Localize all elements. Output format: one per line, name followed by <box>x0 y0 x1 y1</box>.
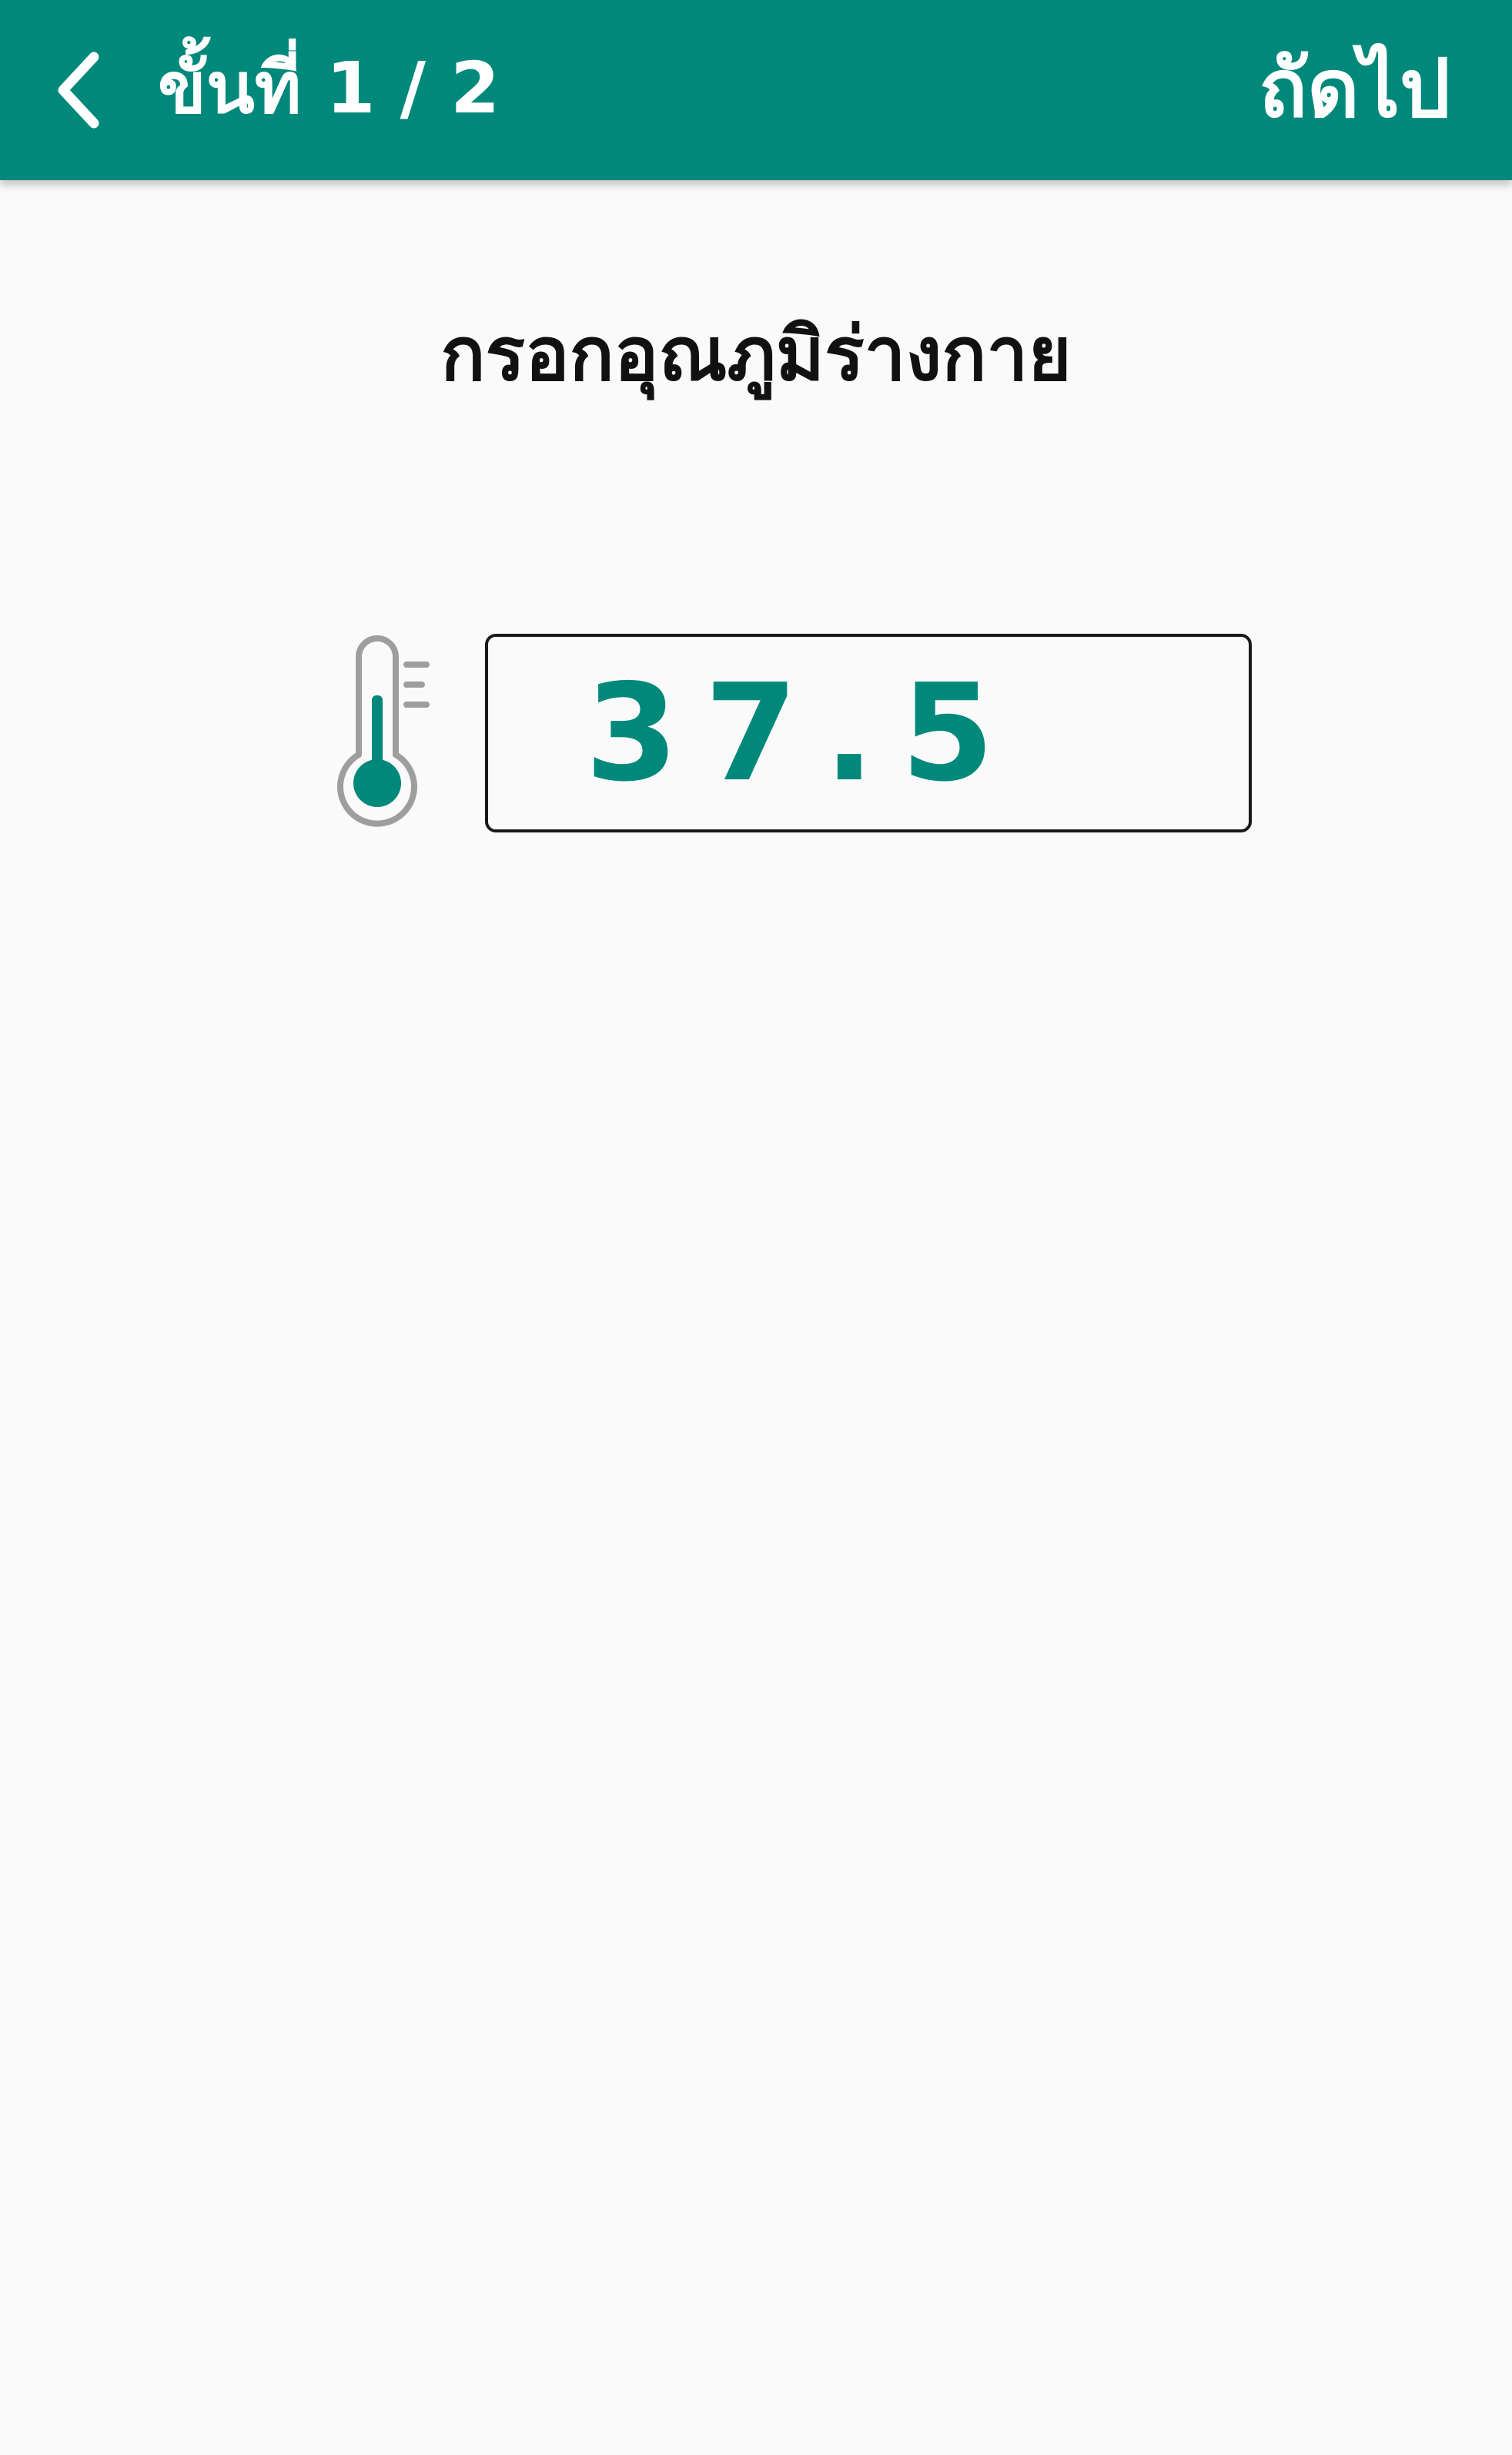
app-bar: ขั้นที่ 1 / 2 ถัดไป <box>0 0 1512 180</box>
next-button[interactable]: ถัดไป <box>1259 31 1450 146</box>
back-button[interactable] <box>31 40 131 140</box>
temperature-input[interactable] <box>485 634 1252 832</box>
page-heading: กรอกอุณภูมิร่างกาย <box>440 311 1072 397</box>
step-title: ขั้นที่ 1 / 2 <box>158 47 500 129</box>
thermometer-icon <box>337 635 430 827</box>
chevron-left-icon <box>58 52 99 129</box>
